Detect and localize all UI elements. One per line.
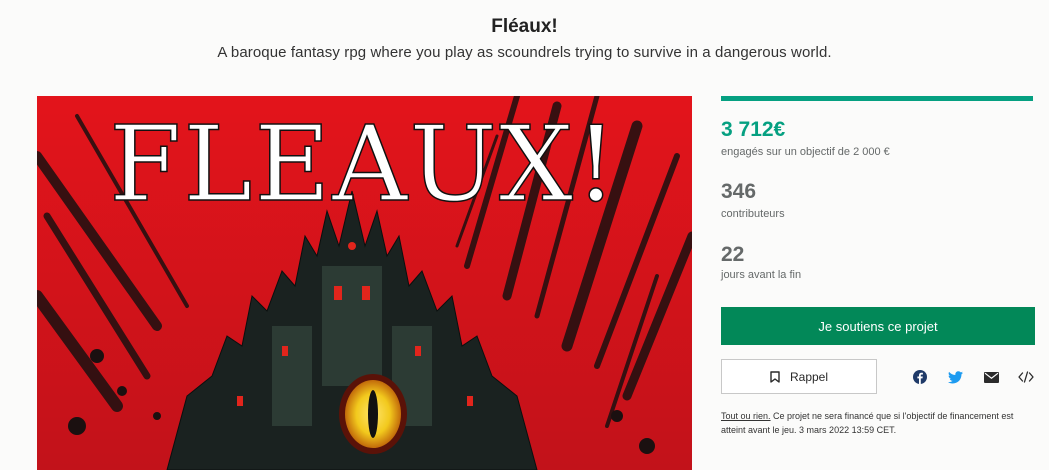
- embed-icon[interactable]: [1018, 369, 1034, 385]
- cover-logo-text: FLEAUX!: [109, 103, 619, 225]
- pledged-label: engagés sur un objectif de 2 000 €: [721, 146, 890, 158]
- back-project-button[interactable]: Je soutiens ce projet: [721, 307, 1035, 345]
- funding-notice: Tout ou rien. Ce projet ne sera financé …: [721, 409, 1039, 437]
- hero-image[interactable]: FLEAUX!: [37, 96, 692, 470]
- days-label: jours avant la fin: [721, 269, 802, 281]
- email-icon[interactable]: [983, 369, 999, 385]
- remind-label: Rappel: [789, 369, 829, 384]
- pledged-amount: 3 712€: [721, 118, 786, 141]
- twitter-icon[interactable]: [947, 369, 963, 385]
- project-blurb: A baroque fantasy rpg where you play as …: [217, 44, 832, 61]
- remind-me-button[interactable]: Rappel: [721, 359, 877, 394]
- backers-label: contributeurs: [721, 208, 785, 220]
- facebook-icon[interactable]: [912, 369, 928, 385]
- funding-progress-fill: [721, 96, 1033, 101]
- all-or-nothing-link[interactable]: Tout ou rien.: [721, 411, 771, 421]
- cover-artwork: FLEAUX!: [37, 96, 692, 470]
- funding-progress-bar: [721, 96, 1033, 101]
- bookmark-icon: [770, 370, 780, 383]
- days-remaining: 22: [721, 243, 745, 266]
- project-title: Fléaux!: [491, 16, 558, 37]
- backers-count: 346: [721, 180, 757, 203]
